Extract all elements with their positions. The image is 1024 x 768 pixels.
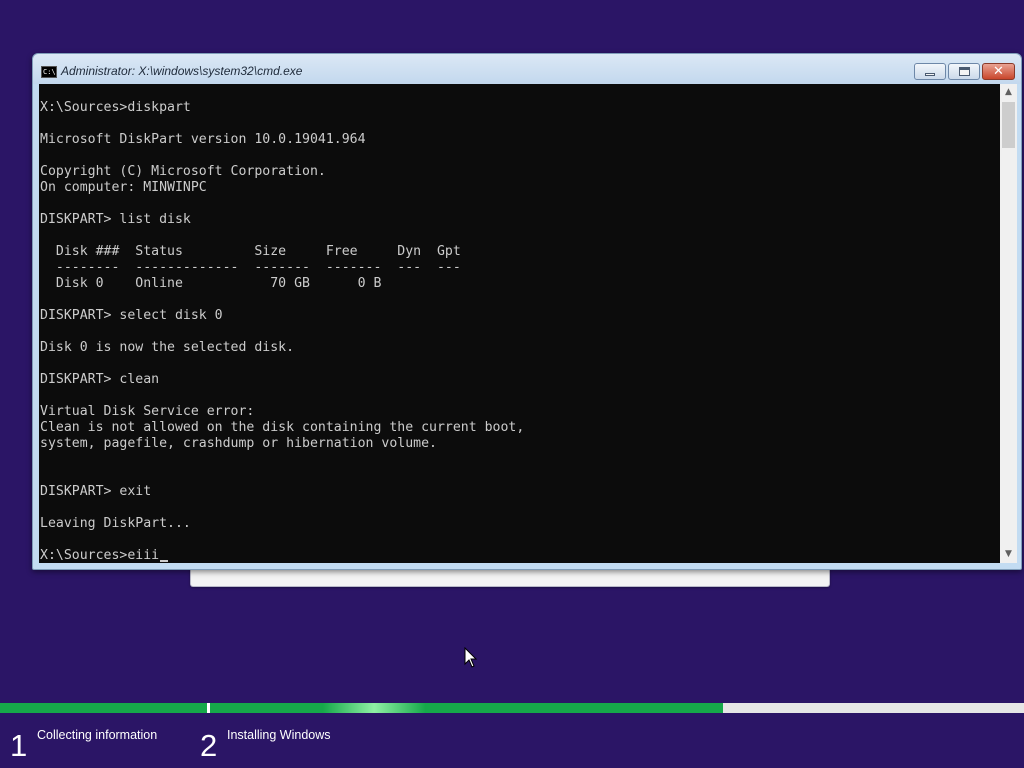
- console-line: Virtual Disk Service error:: [40, 404, 255, 419]
- scroll-down-icon[interactable]: ▼: [1000, 546, 1017, 563]
- console-line: Clean is not allowed on the disk contain…: [40, 420, 525, 435]
- step-number: 2: [200, 728, 218, 763]
- setup-window-edge: [190, 568, 830, 587]
- scroll-thumb[interactable]: [1002, 102, 1015, 148]
- mouse-pointer-icon: [464, 647, 478, 668]
- console-output[interactable]: X:\Sources>diskpart Microsoft DiskPart ve…: [39, 84, 1000, 563]
- vertical-scrollbar[interactable]: ▲ ▼: [1000, 84, 1017, 563]
- close-icon: ✕: [993, 64, 1004, 79]
- console-line: X:\Sources>diskpart: [40, 100, 191, 115]
- console-line: Copyright (C) Microsoft Corporation.: [40, 164, 326, 179]
- console-line: Microsoft DiskPart version 10.0.19041.96…: [40, 132, 366, 147]
- cmd-icon-label: C:\: [43, 68, 56, 76]
- minimize-icon: [925, 73, 935, 76]
- console-line: DISKPART> clean: [40, 372, 160, 387]
- step-label: Collecting information: [37, 728, 158, 742]
- console-line: Disk 0 Online 70 GB 0 B: [40, 276, 382, 291]
- console-line: Leaving DiskPart...: [40, 516, 191, 531]
- console-line: -------- ------------- ------- ------- -…: [40, 260, 461, 275]
- minimize-button[interactable]: [914, 63, 946, 80]
- title-bar[interactable]: C:\ Administrator: X:\windows\system32\c…: [33, 54, 1021, 84]
- window-title: Administrator: X:\windows\system32\cmd.e…: [61, 64, 303, 78]
- console-line: DISKPART> exit: [40, 484, 152, 499]
- text-cursor: [160, 560, 169, 562]
- step-number: 1: [10, 728, 28, 763]
- console-line: DISKPART> select disk 0: [40, 308, 223, 323]
- step-label: Installing Windows: [227, 728, 331, 742]
- maximize-button[interactable]: [948, 63, 980, 80]
- console-line: system, pagefile, crashdump or hibernati…: [40, 436, 437, 451]
- scroll-up-icon[interactable]: ▲: [1000, 84, 1017, 101]
- console-line: On computer: MINWINPC: [40, 180, 207, 195]
- console-prompt-line[interactable]: X:\Sources>eiii: [40, 548, 169, 563]
- cmd-window[interactable]: C:\ Administrator: X:\windows\system32\c…: [32, 53, 1022, 570]
- maximize-icon: [959, 67, 970, 76]
- console-line: DISKPART> list disk: [40, 212, 191, 227]
- console-line: Disk ### Status Size Free Dyn Gpt: [40, 244, 461, 259]
- close-button[interactable]: ✕: [982, 63, 1015, 80]
- prompt-text: X:\Sources>eiii: [40, 548, 160, 563]
- cmd-icon[interactable]: C:\: [41, 66, 57, 78]
- progress-step-2: [210, 703, 723, 713]
- console-line: Disk 0 is now the selected disk.: [40, 340, 295, 355]
- progress-step-1: [0, 703, 207, 713]
